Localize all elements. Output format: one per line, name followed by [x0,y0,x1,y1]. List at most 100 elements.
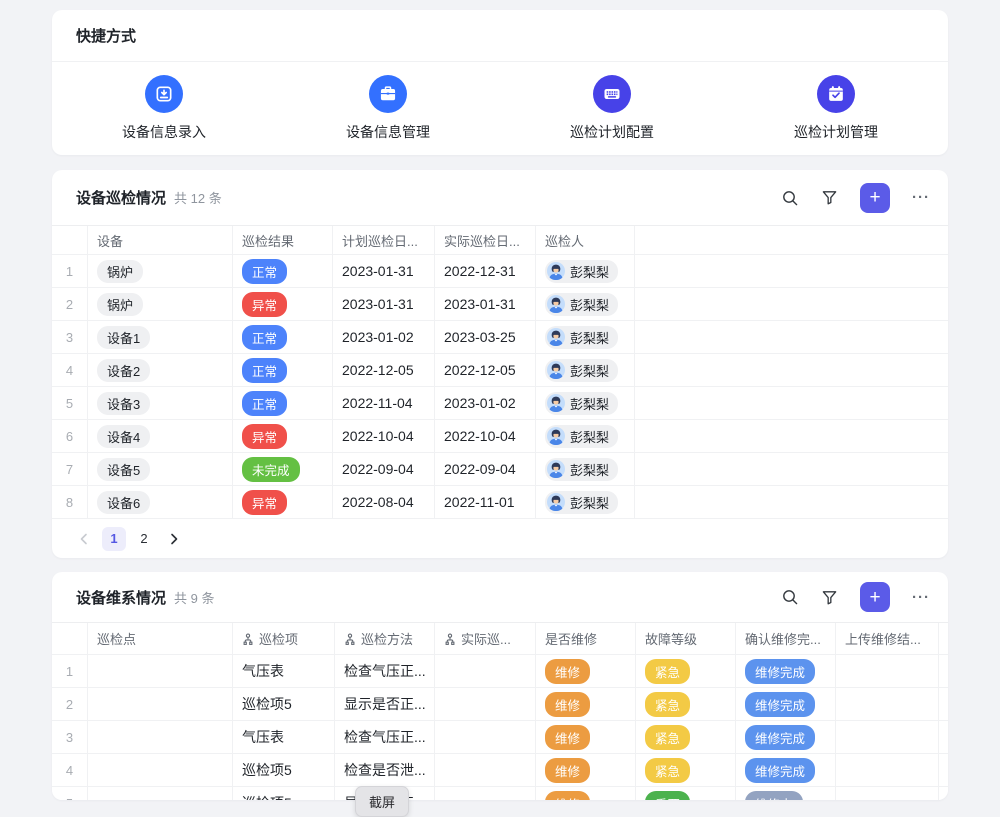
device-cell[interactable]: 设备1 [88,321,233,353]
actual-date-cell[interactable]: 2022-12-05 [435,354,536,386]
column-header[interactable]: 是否维修 [536,623,636,654]
table-row[interactable]: 2巡检项5显示是否正...维修紧急维修完成 [52,688,948,721]
add-record-button[interactable]: + [860,582,890,612]
actual-cell[interactable] [435,721,536,753]
column-header[interactable]: 巡检点 [88,623,233,654]
fault-level-cell[interactable]: 紧急 [636,754,736,786]
upload-result-cell[interactable] [836,688,939,720]
result-cell[interactable]: 正常 [233,321,333,353]
shortcut-plan-config[interactable]: 巡检计划配置 [500,75,724,142]
device-cell[interactable]: 设备2 [88,354,233,386]
repair-cell[interactable]: 维修 [536,655,636,687]
actual-date-cell[interactable]: 2022-10-04 [435,420,536,452]
device-cell[interactable]: 锅炉 [88,255,233,287]
table-row[interactable]: 3气压表检查气压正...维修紧急维修完成 [52,721,948,754]
planned-date-cell[interactable]: 2023-01-31 [333,288,435,320]
result-cell[interactable]: 正常 [233,387,333,419]
repair-person-cell[interactable] [939,721,948,753]
table-row[interactable]: 1锅炉正常2023-01-312022-12-31彭梨梨 [52,255,948,288]
inspection-method-cell[interactable]: 检查气压正... [335,721,435,753]
actual-date-cell[interactable]: 2022-11-01 [435,486,536,518]
inspection-method-cell[interactable]: 检查气压正... [335,655,435,687]
inspector-cell[interactable]: 彭梨梨 [536,321,635,353]
inspection-item-cell[interactable]: 气压表 [233,721,335,753]
result-cell[interactable]: 异常 [233,288,333,320]
inspector-cell[interactable]: 彭梨梨 [536,387,635,419]
repair-cell[interactable]: 维修 [536,787,636,800]
repair-cell[interactable]: 维修 [536,754,636,786]
inspector-cell[interactable]: 彭梨梨 [536,486,635,518]
actual-cell[interactable] [435,787,536,800]
table-row[interactable]: 7设备5未完成2022-09-042022-09-04彭梨梨 [52,453,948,486]
upload-result-cell[interactable] [836,754,939,786]
inspection-item-cell[interactable]: 巡检项5 [233,754,335,786]
result-cell[interactable]: 未完成 [233,453,333,485]
device-cell[interactable]: 设备3 [88,387,233,419]
upload-result-cell[interactable] [836,787,939,800]
column-header[interactable]: 巡检项 [233,623,335,654]
column-header[interactable]: 实际巡... [435,623,536,654]
result-cell[interactable]: 正常 [233,354,333,386]
inspector-cell[interactable]: 彭梨梨 [536,420,635,452]
more-options-button[interactable]: ··· [912,589,930,606]
page-button-2[interactable]: 2 [132,527,156,551]
column-header[interactable]: 计划巡检日... [333,226,435,254]
repair-person-cell[interactable] [939,655,948,687]
planned-date-cell[interactable]: 2022-09-04 [333,453,435,485]
inspector-cell[interactable]: 彭梨梨 [536,288,635,320]
shortcut-device-entry[interactable]: 设备信息录入 [52,75,276,142]
upload-result-cell[interactable] [836,655,939,687]
inspection-point-cell[interactable] [88,754,233,786]
inspector-cell[interactable]: 彭梨梨 [536,453,635,485]
inspection-item-cell[interactable]: 气压表 [233,655,335,687]
upload-result-cell[interactable] [836,721,939,753]
result-cell[interactable]: 异常 [233,420,333,452]
shortcut-plan-manage[interactable]: 巡检计划管理 [724,75,948,142]
repair-person-cell[interactable] [939,754,948,786]
planned-date-cell[interactable]: 2023-01-31 [333,255,435,287]
repair-person-cell[interactable] [939,688,948,720]
result-cell[interactable]: 正常 [233,255,333,287]
planned-date-cell[interactable]: 2022-12-05 [333,354,435,386]
actual-date-cell[interactable]: 2022-09-04 [435,453,536,485]
fault-level-cell[interactable]: 紧急 [636,655,736,687]
add-record-button[interactable]: + [860,183,890,213]
next-page-button[interactable] [162,527,186,551]
confirm-cell[interactable]: 维修完成 [736,655,836,687]
actual-date-cell[interactable]: 2023-03-25 [435,321,536,353]
inspector-cell[interactable]: 彭梨梨 [536,255,635,287]
repair-person-cell[interactable] [939,787,948,800]
confirm-cell[interactable]: 维修完成 [736,721,836,753]
confirm-cell[interactable]: 维修完成 [736,688,836,720]
inspection-point-cell[interactable] [88,655,233,687]
table-row[interactable]: 6设备4异常2022-10-042022-10-04彭梨梨 [52,420,948,453]
filter-icon[interactable] [821,589,838,606]
device-cell[interactable]: 设备6 [88,486,233,518]
confirm-cell[interactable]: 维修中 [736,787,836,800]
inspection-point-cell[interactable] [88,721,233,753]
device-cell[interactable]: 设备5 [88,453,233,485]
table-row[interactable]: 1气压表检查气压正...维修紧急维修完成 [52,655,948,688]
table-row[interactable]: 5巡检项5显示是否正...维修重要维修中 [52,787,948,800]
column-header[interactable]: 设备 [88,226,233,254]
table-row[interactable]: 8设备6异常2022-08-042022-11-01彭梨梨 [52,486,948,519]
column-header[interactable]: 巡检人 [536,226,635,254]
fault-level-cell[interactable]: 紧急 [636,688,736,720]
search-icon[interactable] [781,588,799,606]
inspection-item-cell[interactable]: 巡检项5 [233,787,335,800]
column-header[interactable]: 上传维修结... [836,623,939,654]
column-header[interactable]: 巡检结果 [233,226,333,254]
planned-date-cell[interactable]: 2022-11-04 [333,387,435,419]
inspection-method-cell[interactable]: 检查是否泄... [335,754,435,786]
shortcut-device-manage[interactable]: 设备信息管理 [276,75,500,142]
device-cell[interactable]: 设备4 [88,420,233,452]
device-cell[interactable]: 锅炉 [88,288,233,320]
inspection-method-cell[interactable]: 显示是否正... [335,688,435,720]
confirm-cell[interactable]: 维修完成 [736,754,836,786]
filter-icon[interactable] [821,189,838,206]
actual-cell[interactable] [435,754,536,786]
fault-level-cell[interactable]: 重要 [636,787,736,800]
column-header[interactable]: 维 [939,623,948,654]
column-header[interactable]: 实际巡检日... [435,226,536,254]
planned-date-cell[interactable]: 2023-01-02 [333,321,435,353]
